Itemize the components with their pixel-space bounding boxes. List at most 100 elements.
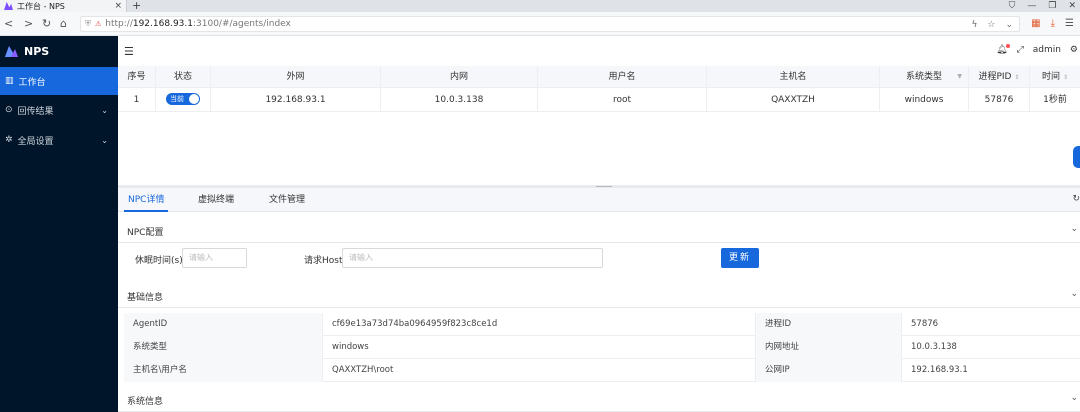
drag-handle-icon[interactable] [596, 186, 612, 187]
brand-logo[interactable]: NPS [0, 36, 118, 66]
sidebar: NPS ▥ 工作台 ⊙ 回传结果 ⌄ ✲ 全局设置 ⌄ [0, 36, 118, 412]
shirt-icon[interactable]: ⛉ [1009, 0, 1016, 12]
sort-icon[interactable]: ⇕ [1063, 74, 1068, 81]
request-host-input[interactable]: 请输入 [342, 248, 603, 268]
download-icon[interactable]: ⤓ [1051, 17, 1055, 31]
internal-ip: 10.0.3.138 [381, 87, 538, 112]
column-header: 状态 [156, 65, 211, 88]
close-window-button[interactable]: ✕ [1068, 0, 1076, 12]
star-icon[interactable]: ☆ [987, 19, 995, 31]
filter-icon[interactable]: ▼ [957, 66, 962, 88]
sidebar-item-label: 工作台 [18, 77, 46, 88]
info-label: AgentID [124, 313, 323, 336]
info-row: 主机名\用户名 QAXXTZH\root 公网IP 192.168.93.1 [124, 359, 1080, 382]
detail-tabs: NPC详情 虚拟终端 文件管理 ↻ [118, 188, 1080, 212]
dashboard-icon: ▥ [5, 76, 14, 86]
column-header[interactable]: 进程PID ⇕ [969, 65, 1030, 88]
tab-terminal[interactable]: 虚拟终端 [198, 188, 234, 212]
notification-dot [1005, 44, 1010, 48]
reload-icon[interactable]: ↻ [42, 17, 51, 31]
url-input[interactable]: ⛨ ⚠ http://192.168.93.1:3100/#/agents/in… [80, 16, 1020, 32]
back-icon[interactable]: < [4, 17, 13, 31]
chevron-down-icon[interactable]: ⌄ [1005, 19, 1013, 31]
chevron-down-icon: ⌄ [101, 105, 108, 115]
sidebar-item-results[interactable]: ⊙ 回传结果 ⌄ [0, 96, 118, 124]
info-label: 主机名\用户名 [124, 359, 323, 382]
gear-icon: ✲ [5, 135, 13, 145]
table-row[interactable]: 1 当前 192.168.93.1 10.0.3.138 root QAXXTZ… [118, 87, 1080, 112]
forward-icon[interactable]: > [24, 17, 33, 31]
sort-icon[interactable]: ⇕ [1014, 74, 1019, 81]
info-label: 公网IP [756, 359, 902, 382]
info-value: QAXXTZH\root [323, 359, 756, 382]
fullscreen-icon[interactable]: ⤢ [1017, 45, 1024, 55]
tab-file-manager[interactable]: 文件管理 [269, 188, 305, 212]
browser-tab-title: 工作台 - NPS [17, 1, 65, 11]
address-bar-area: < > ↻ ⌂ ⛨ ⚠ http://192.168.93.1:3100/#/a… [0, 12, 1080, 36]
info-label: 进程ID [756, 313, 902, 336]
app-header: ☰ 🔔︎ ⤢ admin ⚙ [118, 36, 1080, 66]
pid-cell: 57876 [969, 87, 1030, 112]
tab-npc-detail[interactable]: NPC详情 [123, 188, 169, 212]
floating-action-button[interactable] [1073, 146, 1080, 168]
chevron-down-icon[interactable]: ⌄ [1070, 224, 1078, 234]
hostname-cell: QAXXTZH [707, 87, 880, 112]
info-value: 10.0.3.138 [911, 342, 957, 352]
section-title: 系统信息 [127, 397, 164, 407]
system-info-header[interactable]: 系统信息 ⌄ [118, 388, 1080, 412]
sidebar-item-dashboard[interactable]: ▥ 工作台 [0, 67, 118, 95]
username-cell: root [538, 87, 707, 112]
sidebar-item-label: 回传结果 [17, 106, 54, 117]
sleep-time-input[interactable]: 请输入 [182, 248, 247, 268]
browser-tab[interactable]: 工作台 - NPS × [0, 0, 127, 12]
window-controls: ⛉ — ❐ ✕ [1009, 0, 1076, 12]
refresh-icon[interactable]: ↻ [1072, 194, 1080, 204]
history-icon: ⊙ [5, 105, 13, 115]
url-text: http://192.168.93.1:3100/#/agents/index [105, 19, 291, 29]
info-value: windows [323, 336, 756, 359]
browser-tab-bar: 工作台 - NPS × + ⛉ — ❐ ✕ [0, 0, 1080, 12]
column-header: 外网 [211, 65, 381, 88]
chevron-down-icon[interactable]: ⌄ [1070, 393, 1078, 403]
close-tab-icon[interactable]: × [114, 0, 122, 12]
column-header: 用户名 [538, 65, 707, 88]
status-cell: 当前 [156, 87, 211, 112]
time-cell: 1秒前 [1043, 94, 1067, 105]
sidebar-item-label: 全局设置 [17, 136, 54, 147]
os-cell: windows [880, 87, 969, 112]
column-header: 主机名 [707, 65, 880, 88]
npc-config-form: 休眠时间(s) 请输入 请求Host 请输入 更新 [118, 244, 1080, 274]
insecure-icon: ⚠ [95, 20, 102, 28]
chevron-down-icon: ⌄ [101, 135, 108, 145]
column-header: 系统类型 ▼ [880, 65, 969, 88]
minimize-button[interactable]: — [1027, 0, 1036, 12]
windows-apps-icon[interactable]: ▦ [1031, 17, 1040, 31]
column-header[interactable]: 时间 ⇕ [1030, 66, 1080, 88]
home-icon[interactable]: ⌂ [60, 17, 67, 31]
bell-icon[interactable]: 🔔︎ [996, 44, 1010, 55]
column-header: 序号 [118, 65, 156, 88]
basic-info-table: AgentID cf69e13a73d74ba0964959f823c8ce1d… [124, 313, 1080, 382]
nps-logo-icon [4, 2, 13, 10]
status-toggle[interactable]: 当前 [166, 93, 200, 105]
npc-config-header[interactable]: NPC配置 ⌄ [118, 219, 1080, 243]
restore-button[interactable]: ❐ [1048, 0, 1056, 12]
menu-fold-icon[interactable]: ☰ [124, 45, 134, 58]
sidebar-item-settings[interactable]: ✲ 全局设置 ⌄ [0, 126, 118, 154]
new-tab-button[interactable]: + [132, 0, 141, 11]
info-label: 内网地址 [756, 336, 902, 359]
request-host-label: 请求Host [304, 256, 343, 266]
external-ip: 192.168.93.1 [211, 87, 381, 112]
username[interactable]: admin [1033, 45, 1061, 55]
table-header: 序号 状态 外网 内网 用户名 主机名 系统类型 ▼ 进程PID ⇕ 时间 ⇕ [118, 65, 1080, 88]
chevron-down-icon[interactable]: ⌄ [1070, 289, 1078, 299]
basic-info-header[interactable]: 基础信息 ⌄ [118, 284, 1080, 308]
info-value: 57876 [911, 319, 939, 329]
nps-logo-icon [5, 45, 18, 57]
row-index: 1 [118, 87, 156, 112]
info-value: 192.168.93.1 [911, 365, 968, 375]
settings-icon[interactable]: ⚙ [1070, 45, 1078, 55]
menu-icon[interactable]: ☰ [1065, 17, 1074, 31]
lightning-icon[interactable]: ϟ [971, 19, 977, 31]
update-button[interactable]: 更新 [721, 248, 759, 268]
